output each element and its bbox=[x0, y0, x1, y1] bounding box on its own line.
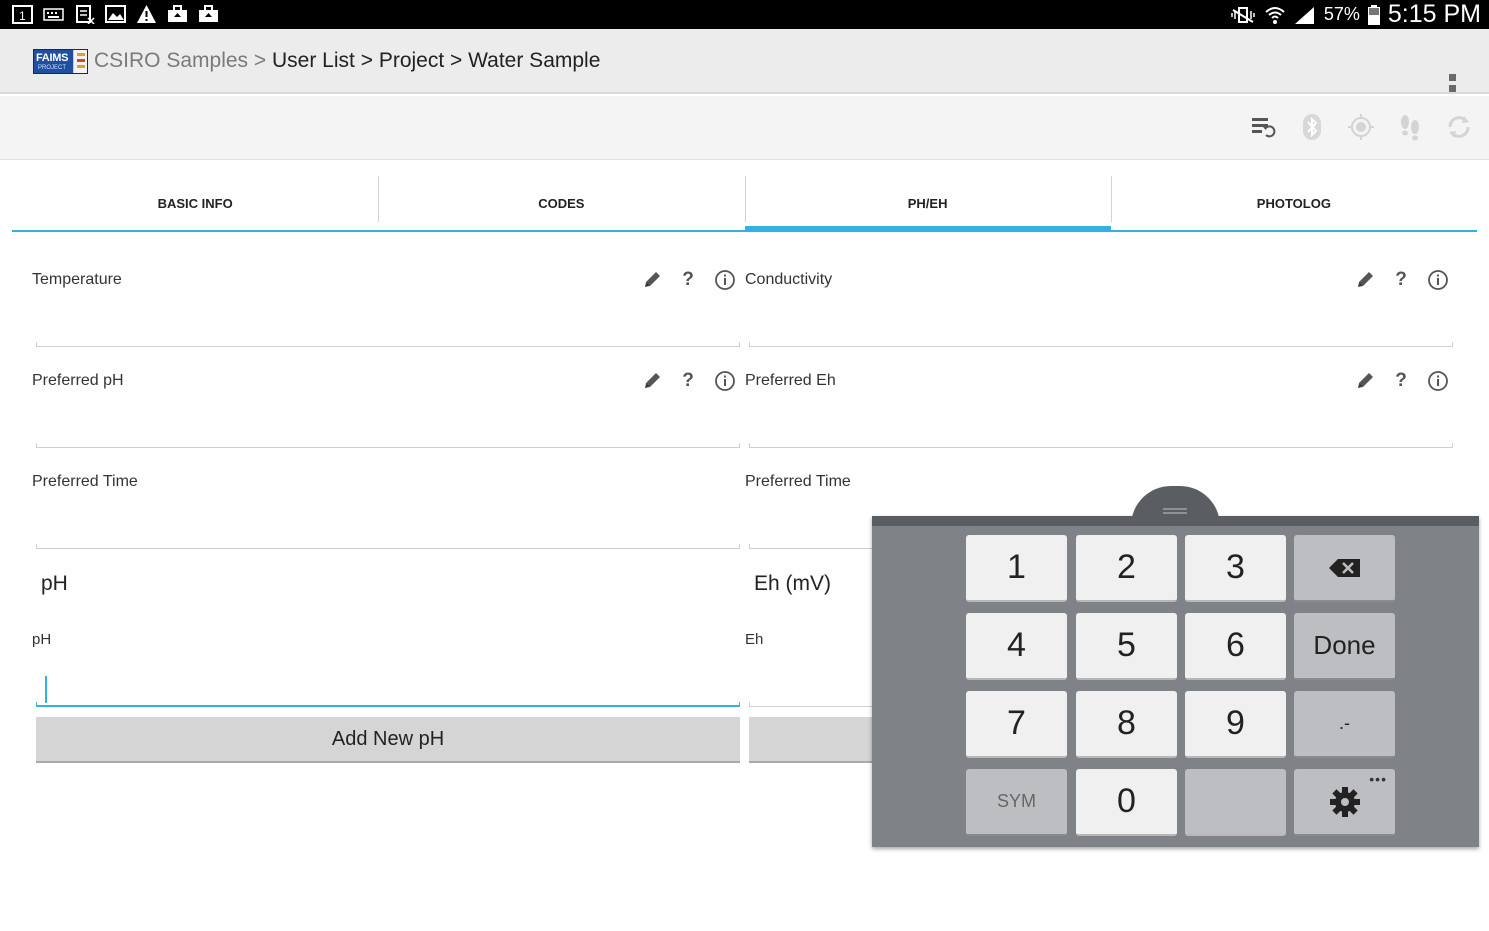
eh-section-heading: Eh (mV) bbox=[754, 572, 832, 595]
briefcase-upload-icon bbox=[168, 5, 187, 22]
info-icon[interactable] bbox=[1427, 370, 1449, 392]
numeric-keyboard: 1 2 3 4 5 6 Done 7 8 9 .- SYM 0 ••• bbox=[872, 486, 1479, 847]
temperature-label: Temperature bbox=[32, 271, 122, 288]
breadcrumb-separator: > bbox=[450, 49, 463, 72]
tab-photolog[interactable]: PHOTOLOG bbox=[1110, 176, 1477, 230]
calendar-icon: 1 bbox=[12, 5, 33, 24]
key-9[interactable]: 9 bbox=[1185, 691, 1286, 758]
signal-icon bbox=[1294, 6, 1314, 24]
warning-icon bbox=[137, 5, 156, 23]
help-question-icon[interactable]: ? bbox=[1390, 269, 1412, 291]
refresh-icon[interactable] bbox=[1445, 113, 1473, 141]
breadcrumb-separator: > bbox=[360, 49, 373, 72]
gps-icon[interactable] bbox=[1347, 113, 1375, 141]
preferred-time-ph-input[interactable] bbox=[36, 507, 736, 545]
eh-field-label: Eh bbox=[745, 631, 764, 648]
key-2[interactable]: 2 bbox=[1076, 535, 1177, 602]
key-4[interactable]: 4 bbox=[966, 613, 1067, 680]
breadcrumb-root[interactable]: CSIRO Samples bbox=[94, 49, 248, 72]
conductivity-label: Conductivity bbox=[745, 271, 833, 288]
conductivity-underline bbox=[749, 342, 1453, 347]
ph-input[interactable] bbox=[48, 668, 736, 704]
backspace-icon bbox=[1328, 558, 1360, 577]
preferred-eh-label: Preferred Eh bbox=[745, 372, 836, 389]
temperature-input[interactable] bbox=[36, 305, 736, 343]
preferred-ph-label: Preferred pH bbox=[32, 372, 124, 389]
info-icon[interactable] bbox=[714, 370, 736, 392]
logo-stripe bbox=[73, 50, 87, 73]
preferred-time-label: Preferred Time bbox=[745, 473, 851, 490]
preferred-ph-underline bbox=[36, 443, 740, 448]
battery-percent: 57% bbox=[1323, 4, 1360, 24]
battery-icon bbox=[1367, 4, 1380, 25]
system-status: 57% 5:15 PM bbox=[1230, 0, 1481, 29]
tab-basic-info[interactable]: BASIC INFO bbox=[12, 176, 378, 230]
notification-icons: 1 bbox=[12, 4, 219, 24]
preferred-eh-input[interactable] bbox=[749, 406, 1449, 444]
key-7[interactable]: 7 bbox=[966, 691, 1067, 758]
breadcrumb-separator: > bbox=[253, 49, 267, 72]
sync-status-icon[interactable] bbox=[1250, 113, 1278, 141]
add-new-ph-button[interactable]: Add New pH bbox=[36, 717, 740, 763]
footsteps-icon[interactable] bbox=[1396, 113, 1424, 141]
temperature-underline bbox=[36, 342, 740, 347]
logo-subtext: PROJECT bbox=[38, 65, 67, 71]
faims-logo[interactable]: FAIMS PROJECT bbox=[33, 49, 88, 74]
wifi-icon bbox=[1265, 6, 1285, 24]
info-icon[interactable] bbox=[1427, 269, 1449, 291]
help-question-icon[interactable]: ? bbox=[677, 269, 699, 291]
edit-pencil-icon[interactable] bbox=[641, 370, 663, 392]
help-question-icon[interactable]: ? bbox=[1390, 370, 1412, 392]
edit-pencil-icon[interactable] bbox=[1354, 370, 1376, 392]
action-bar: FAIMS PROJECT CSIRO Samples > User List … bbox=[0, 29, 1489, 103]
sym-key[interactable]: SYM bbox=[966, 769, 1067, 836]
preferred-time-ph-underline bbox=[36, 544, 740, 549]
breadcrumb-user-list[interactable]: User List bbox=[272, 49, 355, 72]
image-icon bbox=[105, 5, 126, 23]
keyboard-icon bbox=[43, 8, 64, 21]
preferred-ph-input[interactable] bbox=[36, 406, 736, 444]
clock: 5:15 PM bbox=[1387, 0, 1481, 28]
svg-text:1: 1 bbox=[19, 9, 26, 23]
info-icon[interactable] bbox=[714, 269, 736, 291]
preferred-time-label: Preferred Time bbox=[32, 473, 138, 490]
breadcrumb: CSIRO Samples > User List > Project > Wa… bbox=[94, 49, 600, 73]
tab-codes[interactable]: CODES bbox=[378, 176, 744, 230]
key-8[interactable]: 8 bbox=[1076, 691, 1177, 758]
document-icon bbox=[76, 5, 95, 24]
done-key[interactable]: Done bbox=[1294, 613, 1395, 680]
key-0[interactable]: 0 bbox=[1076, 769, 1177, 836]
ph-field-label: pH bbox=[32, 631, 52, 648]
key-5[interactable]: 5 bbox=[1076, 613, 1177, 680]
breadcrumb-project[interactable]: Project bbox=[379, 49, 444, 72]
text-cursor bbox=[45, 676, 47, 703]
ph-section-heading: pH bbox=[41, 572, 68, 595]
keyboard-settings-key[interactable]: ••• bbox=[1294, 769, 1395, 836]
bluetooth-icon[interactable] bbox=[1298, 113, 1326, 141]
mute-vibrate-icon bbox=[1231, 6, 1255, 23]
status-bar: 1 57% 5:15 PM bbox=[0, 0, 1489, 29]
edit-pencil-icon[interactable] bbox=[641, 269, 663, 291]
keyboard-top-bar bbox=[872, 516, 1479, 526]
key-6[interactable]: 6 bbox=[1185, 613, 1286, 680]
blank-key[interactable] bbox=[1185, 769, 1286, 836]
tab-ph-eh[interactable]: PH/EH bbox=[744, 176, 1112, 232]
period-minus-key[interactable]: .- bbox=[1294, 691, 1395, 758]
preferred-eh-underline bbox=[749, 443, 1453, 448]
ph-input-underline bbox=[36, 702, 740, 707]
conductivity-input[interactable] bbox=[749, 305, 1449, 343]
briefcase-upload-icon-2 bbox=[199, 5, 218, 22]
key-1[interactable]: 1 bbox=[966, 535, 1067, 602]
breadcrumb-water-sample: Water Sample bbox=[468, 49, 601, 72]
status-toolbar bbox=[0, 96, 1489, 160]
gear-icon bbox=[1329, 786, 1360, 817]
logo-text: FAIMS bbox=[36, 52, 69, 64]
help-question-icon[interactable]: ? bbox=[677, 370, 699, 392]
key-3[interactable]: 3 bbox=[1185, 535, 1286, 602]
more-options-dots: ••• bbox=[1369, 771, 1387, 787]
tab-bar: BASIC INFO CODES PH/EH PHOTOLOG bbox=[12, 176, 1477, 232]
edit-pencil-icon[interactable] bbox=[1354, 269, 1376, 291]
backspace-key[interactable] bbox=[1294, 535, 1395, 602]
